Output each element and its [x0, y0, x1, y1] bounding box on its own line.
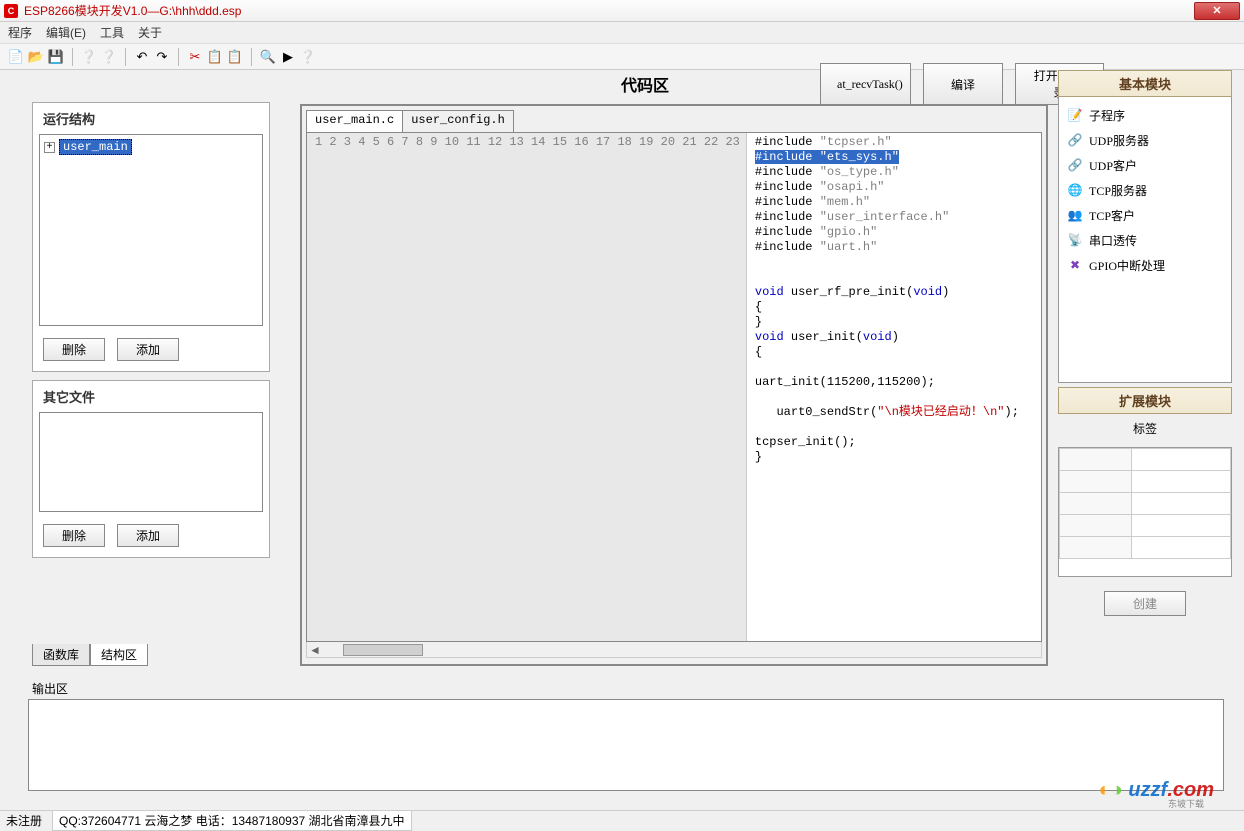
other-files-title: 其它文件: [33, 381, 269, 410]
copy-icon[interactable]: 📋: [207, 49, 223, 65]
delete-struct-button[interactable]: 删除: [43, 338, 105, 361]
module-icon: 👥: [1067, 208, 1083, 224]
close-button[interactable]: ✕: [1194, 2, 1240, 20]
create-button[interactable]: 创建: [1104, 591, 1186, 616]
module-label: TCP服务器: [1089, 182, 1147, 199]
help2-icon[interactable]: ❔: [101, 49, 117, 65]
delete-file-button[interactable]: 删除: [43, 524, 105, 547]
basic-modules-header: 基本模块: [1058, 70, 1232, 97]
module-label: UDP服务器: [1089, 132, 1149, 149]
file-tabs: user_main.c user_config.h: [306, 110, 1042, 132]
window-title: ESP8266模块开发V1.0—G:\hhh\ddd.esp: [24, 2, 1194, 19]
module-item[interactable]: 👥 TCP客户: [1063, 203, 1227, 228]
new-icon[interactable]: 📄: [8, 49, 24, 65]
code-editor[interactable]: 1 2 3 4 5 6 7 8 9 10 11 12 13 14 15 16 1…: [306, 132, 1042, 642]
module-icon: 📝: [1067, 108, 1083, 124]
redo-icon[interactable]: ↷: [154, 49, 170, 65]
property-grid[interactable]: [1058, 447, 1232, 577]
tab-user-config[interactable]: user_config.h: [402, 110, 514, 132]
tag-label: 标签: [1058, 414, 1232, 443]
module-item[interactable]: 🔗 UDP客户: [1063, 153, 1227, 178]
other-files-list[interactable]: [39, 412, 263, 512]
help1-icon[interactable]: ❔: [81, 49, 97, 65]
code-content[interactable]: #include "tcpser.h" #include "ets_sys.h"…: [747, 133, 1041, 641]
module-label: GPIO中断处理: [1089, 257, 1165, 274]
module-icon: 🔗: [1067, 158, 1083, 174]
module-icon: 🌐: [1067, 183, 1083, 199]
expand-icon[interactable]: +: [44, 142, 55, 153]
tab-funclib[interactable]: 函数库: [32, 644, 90, 666]
recv-task-button[interactable]: at_recvTask(): [820, 63, 911, 105]
add-struct-button[interactable]: 添加: [117, 338, 179, 361]
app-icon: C: [4, 4, 18, 18]
menu-program[interactable]: 程序: [8, 24, 32, 41]
tree-root-label: user_main: [59, 139, 132, 155]
save-icon[interactable]: 💾: [48, 49, 64, 65]
module-label: UDP客户: [1089, 157, 1137, 174]
line-gutter: 1 2 3 4 5 6 7 8 9 10 11 12 13 14 15 16 1…: [307, 133, 747, 641]
find-icon[interactable]: 🔍: [260, 49, 276, 65]
module-icon: ✖: [1067, 258, 1083, 274]
undo-icon[interactable]: ↶: [134, 49, 150, 65]
tree-root-item[interactable]: + user_main: [44, 139, 258, 155]
run-structure-panel: 运行结构 + user_main 删除 添加: [32, 102, 270, 372]
menu-edit[interactable]: 编辑(E): [46, 24, 86, 41]
module-item[interactable]: 📝 子程序: [1063, 103, 1227, 128]
status-bar: 未注册 QQ:372604771 云海之梦 电话：13487180937 湖北省…: [0, 810, 1244, 830]
other-files-panel: 其它文件 删除 添加: [32, 380, 270, 558]
ext-modules-header: 扩展模块: [1058, 387, 1232, 414]
output-box[interactable]: [28, 699, 1224, 791]
module-label: TCP客户: [1089, 207, 1135, 224]
run-structure-title: 运行结构: [33, 103, 269, 132]
module-label: 子程序: [1089, 107, 1125, 124]
left-tabs: 函数库 结构区: [32, 644, 148, 666]
tab-user-main[interactable]: user_main.c: [306, 110, 403, 132]
compile-button[interactable]: 编译: [923, 63, 1003, 105]
tab-struct[interactable]: 结构区: [90, 644, 148, 666]
open-icon[interactable]: 📂: [28, 49, 44, 65]
horizontal-scrollbar[interactable]: ◄: [306, 642, 1042, 658]
watermark-sub: 东坡下载: [1168, 797, 1204, 810]
add-file-button[interactable]: 添加: [117, 524, 179, 547]
run-icon[interactable]: ▶: [280, 49, 296, 65]
menu-about[interactable]: 关于: [138, 24, 162, 41]
menu-bar: 程序 编辑(E) 工具 关于: [0, 22, 1244, 44]
status-info: QQ:372604771 云海之梦 电话：13487180937 湖北省南漳县九…: [52, 810, 411, 831]
module-icon: 🔗: [1067, 133, 1083, 149]
module-item[interactable]: 🔗 UDP服务器: [1063, 128, 1227, 153]
help3-icon[interactable]: ❔: [300, 49, 316, 65]
module-item[interactable]: ✖ GPIO中断处理: [1063, 253, 1227, 278]
paste-icon[interactable]: 📋: [227, 49, 243, 65]
module-icon: 📡: [1067, 233, 1083, 249]
module-label: 串口透传: [1089, 232, 1137, 249]
status-unregistered: 未注册: [6, 812, 42, 829]
structure-tree[interactable]: + user_main: [39, 134, 263, 326]
title-bar: C ESP8266模块开发V1.0—G:\hhh\ddd.esp ✕: [0, 0, 1244, 22]
scroll-thumb[interactable]: [343, 644, 423, 656]
output-label: 输出区: [28, 678, 1224, 699]
module-item[interactable]: 📡 串口透传: [1063, 228, 1227, 253]
code-area-title: 代码区: [470, 72, 820, 96]
menu-tools[interactable]: 工具: [100, 24, 124, 41]
basic-modules-list: 📝 子程序 🔗 UDP服务器 🔗 UDP客户 🌐 TCP服务器 👥 TCP客户 📡 串口透传 ✖ GPIO…: [1058, 97, 1232, 383]
editor-frame: user_main.c user_config.h 1 2 3 4 5 6 7 …: [300, 104, 1048, 666]
cut-icon[interactable]: ✂: [187, 49, 203, 65]
module-item[interactable]: 🌐 TCP服务器: [1063, 178, 1227, 203]
